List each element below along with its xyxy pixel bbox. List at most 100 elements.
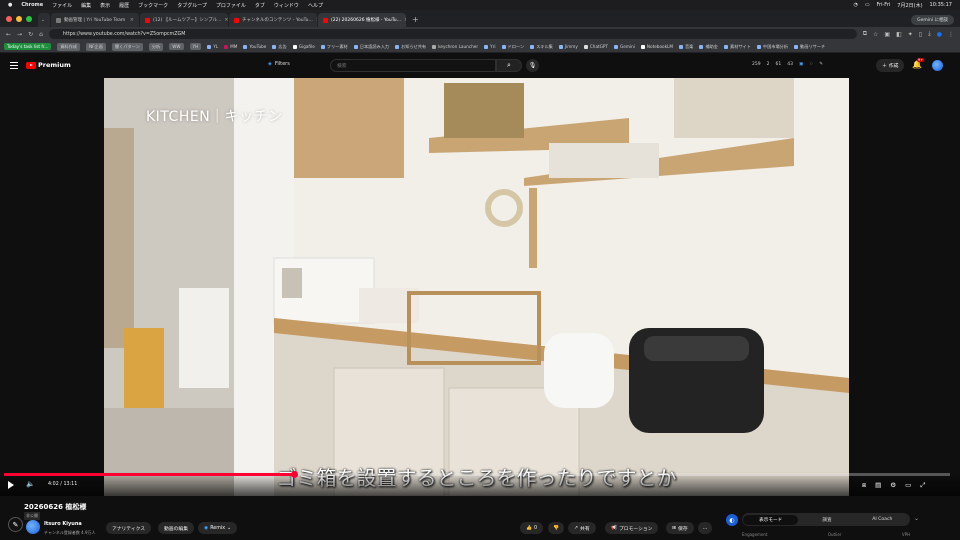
sidepanel-icon[interactable]: ▯ (919, 31, 922, 38)
progress-bar[interactable] (4, 471, 950, 478)
bookmark-item[interactable]: NF企画 (85, 42, 106, 51)
youtube-premium-logo[interactable]: Premium (26, 61, 71, 69)
menu-edit[interactable]: 編集 (81, 2, 91, 9)
menubar-app-name[interactable]: Chrome (21, 2, 43, 8)
voice-search-button[interactable]: 🎙 (526, 59, 539, 72)
new-tab-button[interactable]: + (407, 15, 424, 27)
stat-views[interactable]: 259 (752, 62, 761, 67)
bulb-icon[interactable]: ♢ (809, 62, 813, 67)
bookmark-item[interactable]: 聞くパターン (111, 42, 143, 51)
wifi-icon[interactable]: ◔ (853, 2, 857, 8)
notifications-button[interactable]: 🔔 9+ (912, 58, 925, 69)
bookmark-item[interactable]: WW (169, 43, 184, 50)
account-avatar[interactable] (932, 60, 943, 71)
scrubber-handle[interactable] (290, 471, 298, 478)
bookmark-item[interactable]: YH (189, 43, 202, 50)
browser-tab[interactable]: (12) 【ルームツアー】シンプル... × (140, 13, 228, 27)
search-button[interactable]: ⌕ (496, 59, 522, 72)
bookmark-item[interactable]: 資料作成 (57, 42, 80, 51)
close-icon[interactable]: × (224, 17, 228, 23)
star-icon[interactable]: ☆ (873, 31, 878, 38)
stat-item[interactable]: 43 (787, 62, 793, 67)
extension-icon[interactable]: ▣ (799, 62, 803, 67)
bookmark-item[interactable]: MM (224, 44, 237, 49)
captions-icon[interactable]: ▤ (875, 481, 881, 490)
gemini-button[interactable]: Gemini に相談 (911, 15, 954, 25)
more-actions-button[interactable]: … (698, 522, 712, 534)
tab-ai-coach[interactable]: AI Coach (855, 517, 910, 522)
bookmark-item[interactable]: スキル集 (530, 44, 553, 50)
hamburger-menu-icon[interactable] (10, 62, 18, 69)
stat-item[interactable]: 61 (775, 62, 781, 67)
channel-name[interactable]: Itsuro Kiyuna (44, 521, 82, 527)
address-bar[interactable]: https://www.youtube.com/watch?v=Z5ompcmZ… (48, 29, 857, 39)
like-button[interactable]: 👍 0 (520, 522, 544, 534)
edit-icon[interactable]: ✎ (819, 62, 823, 67)
extensions-puzzle-icon[interactable]: ✦ (908, 31, 913, 38)
back-icon[interactable]: ← (6, 31, 11, 38)
bookmark-item[interactable]: ChatGPT (583, 44, 608, 49)
menu-window[interactable]: ウィンドウ (274, 2, 299, 9)
fullscreen-icon[interactable]: ⤢ (920, 481, 925, 490)
bookmark-item[interactable]: 日本語読み入力 (353, 44, 389, 50)
save-button[interactable]: ⊞ 保存 (666, 522, 694, 534)
menu-help[interactable]: ヘルプ (308, 2, 323, 9)
bookmark-item[interactable]: フリー素材 (320, 44, 348, 50)
video-player[interactable]: KITCHEN｜キッチン ゴミ箱を設置するところを作ったりですとか (104, 78, 849, 496)
reload-icon[interactable]: ↻ (28, 31, 33, 38)
browser-tab-active[interactable]: (22) 20260626 植松様 - YouTu... × (318, 13, 406, 27)
bookmark-item[interactable]: Jimmy (558, 44, 578, 49)
bookmark-item[interactable]: 分析 (148, 42, 164, 51)
bookmark-item[interactable]: ドローン (501, 44, 524, 50)
menu-view[interactable]: 表示 (100, 2, 110, 9)
bookmark-item[interactable]: Today's task list fr... (4, 43, 52, 50)
menu-tab[interactable]: タブ (255, 2, 265, 9)
bookmark-item[interactable]: 中国市場分析 (756, 44, 788, 50)
menu-profile[interactable]: プロファイル (216, 2, 246, 9)
forward-icon[interactable]: → (17, 31, 22, 38)
tab-display-mode[interactable]: 表示モード (743, 514, 799, 525)
share-button[interactable]: ↗ 共有 (568, 522, 596, 534)
close-icon[interactable]: × (404, 17, 406, 23)
menu-file[interactable]: ファイル (52, 2, 72, 9)
extension-icon[interactable]: ▣ (884, 31, 890, 38)
tab-research[interactable]: 調査 (799, 517, 854, 523)
zoom-window-button[interactable] (26, 16, 32, 22)
browser-tab[interactable]: チャンネルのコンテンツ - YouTu... × (229, 13, 317, 27)
bookmark-item[interactable]: Gemini (614, 44, 635, 49)
bookmark-item[interactable]: お知らせ共有 (395, 44, 426, 50)
volume-icon[interactable]: 🔈 (26, 480, 35, 488)
home-icon[interactable]: ⌂ (39, 31, 43, 38)
menu-history[interactable]: 履歴 (119, 2, 129, 9)
menu-tabgroups[interactable]: タブグループ (177, 2, 207, 9)
promotion-button[interactable]: 📢 プロモーション (605, 522, 659, 534)
remix-button[interactable]: ◉ Remix ⌄ (198, 522, 238, 534)
bookmark-item[interactable]: YouTube (243, 44, 266, 49)
tab-search-tabs[interactable]: ⌄ (38, 13, 50, 27)
bookmark-item[interactable]: YL (207, 44, 218, 49)
status-user[interactable]: Fri-Fri (877, 2, 891, 8)
bookmark-item[interactable]: 素材サイト (723, 44, 751, 50)
analytics-button[interactable]: アナリティクス (106, 522, 152, 534)
channel-avatar[interactable] (26, 520, 40, 534)
bookmark-item[interactable]: keychron Launcher (432, 44, 478, 49)
close-icon[interactable]: × (130, 17, 134, 23)
profile-avatar[interactable]: ● (937, 31, 942, 38)
extension-icon[interactable]: ◧ (896, 31, 902, 38)
bookmark-item[interactable]: 動画リサーチ (794, 44, 825, 50)
stat-item[interactable]: 2 (767, 62, 770, 67)
bookmark-item[interactable]: Gigafile (292, 44, 315, 49)
play-icon[interactable] (8, 481, 14, 489)
menu-bookmarks[interactable]: ブックマーク (138, 2, 168, 9)
close-window-button[interactable] (6, 16, 12, 22)
edit-video-button[interactable]: 動画の編集 (158, 522, 194, 534)
filters-button[interactable]: ◈ Filters (268, 61, 290, 67)
menu-kebab-icon[interactable]: ⋮ (948, 31, 954, 38)
minimize-window-button[interactable] (16, 16, 22, 22)
settings-gear-icon[interactable]: ⚙ (890, 481, 896, 490)
chevron-down-icon[interactable]: ⌄ (914, 515, 919, 522)
theater-mode-icon[interactable]: ▭ (905, 481, 911, 490)
close-icon[interactable]: × (316, 17, 317, 23)
extension-panel-icon[interactable]: ◐ (726, 514, 738, 526)
bookmark-item[interactable]: 補助金 (699, 44, 718, 50)
